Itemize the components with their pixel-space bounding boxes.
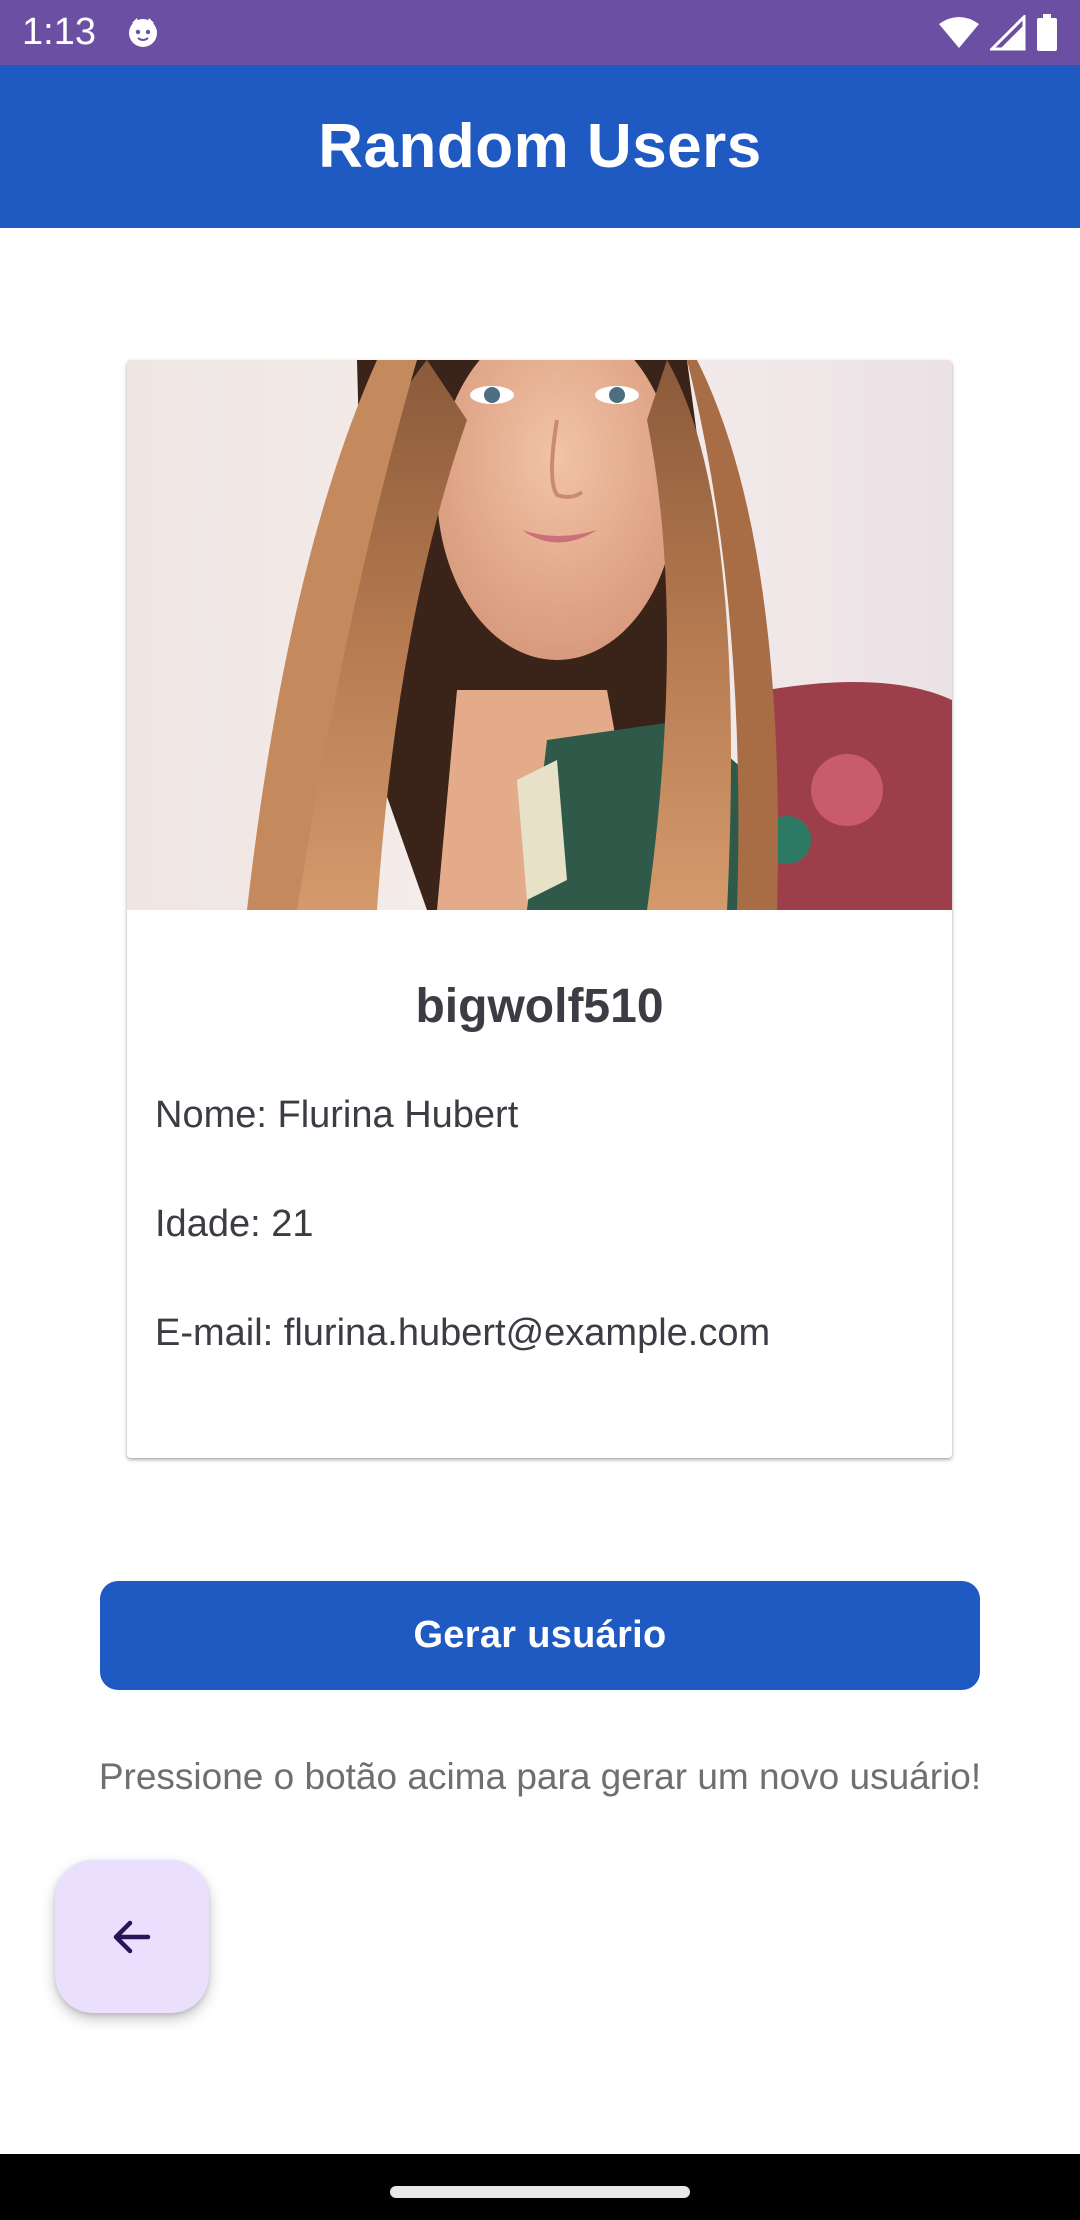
status-bar: 1:13: [0, 0, 1080, 65]
app-bar: Random Users: [0, 65, 1080, 228]
home-indicator[interactable]: [390, 2186, 690, 2198]
app-title: Random Users: [318, 112, 762, 181]
hint-text: Pressione o botão acima para gerar um no…: [98, 1756, 982, 1797]
screen: 1:13 Random Users bigwolf510 Nome: Fluri…: [0, 0, 1080, 2220]
username: bigwolf510: [415, 980, 664, 1033]
arrow-back-icon: [113, 1920, 151, 1953]
user-age: Idade: 21: [155, 1203, 314, 1245]
cat-notification-icon: [129, 18, 157, 47]
battery-icon: [1037, 14, 1057, 51]
user-card: bigwolf510 Nome: Flurina Hubert Idade: 2…: [127, 360, 952, 1458]
wifi-icon: [939, 17, 979, 48]
generate-user-button[interactable]: Gerar usuário: [100, 1581, 980, 1690]
status-time: 1:13: [22, 11, 96, 53]
status-icons: [938, 12, 1058, 54]
user-photo: [127, 360, 952, 910]
signal-icon: [990, 15, 1026, 51]
user-name: Nome: Flurina Hubert: [155, 1094, 519, 1136]
back-fab[interactable]: [55, 1860, 209, 2013]
user-email: E-mail: flurina.hubert@example.com: [155, 1312, 771, 1354]
